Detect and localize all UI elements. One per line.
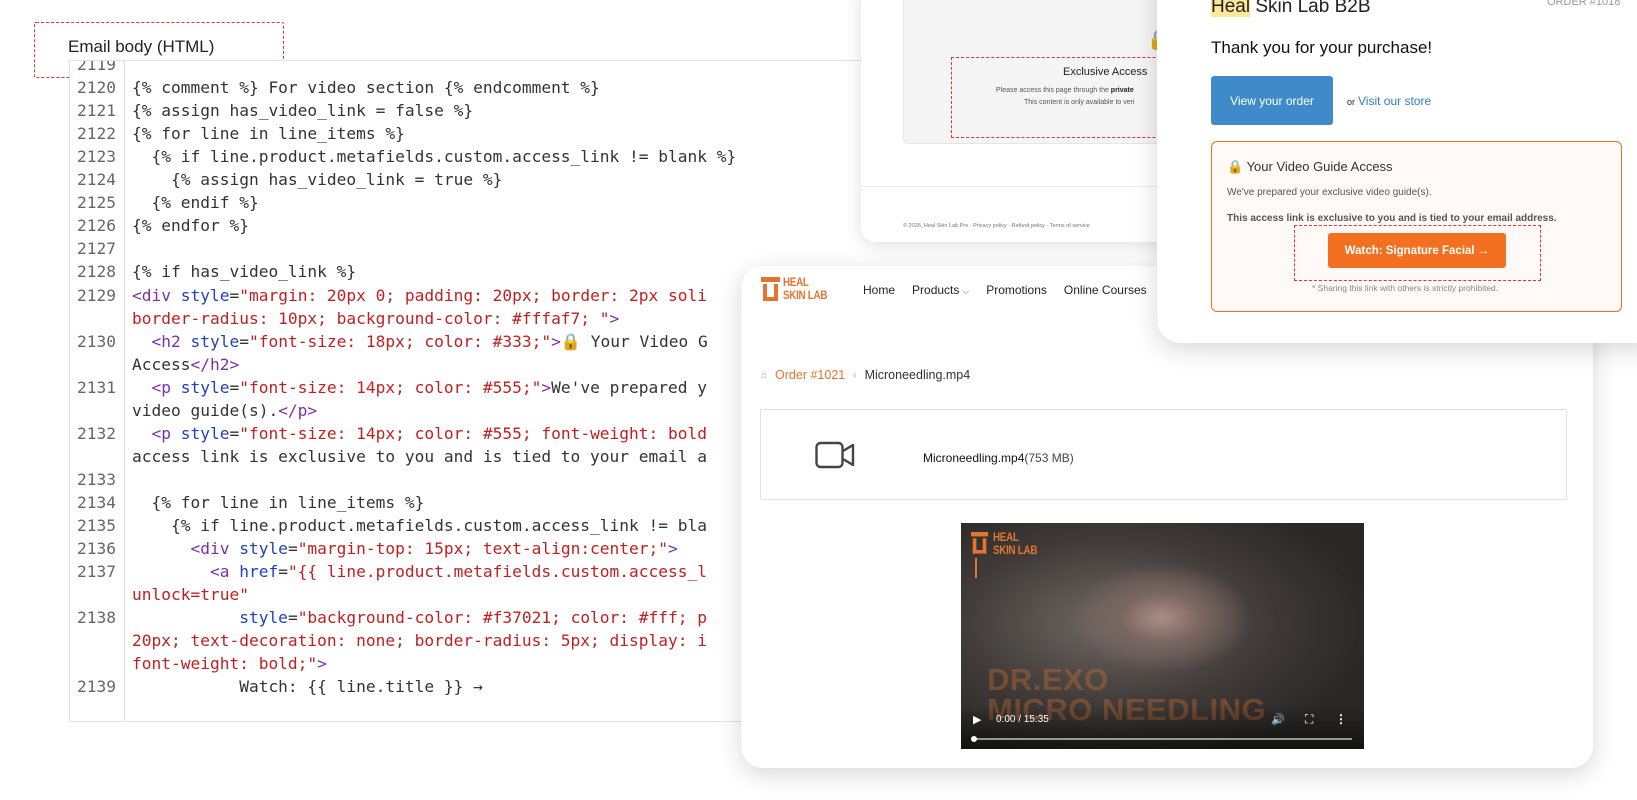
exclusive-access-title: Exclusive Access [1063, 66, 1148, 78]
line-number: 2133 [77, 469, 116, 489]
code-text: Access</h2> [132, 354, 240, 374]
video-camera-icon [815, 441, 855, 469]
logo-mark-icon [971, 532, 989, 555]
time-readout: 0:00 / 15:35 [996, 714, 1049, 725]
file-info: Microneedling.mp4(753 MB) [923, 451, 1074, 465]
store-name: Heal Skin Lab B2B [1211, 0, 1371, 18]
watch-video-button[interactable]: Watch: Signature Facial → [1328, 233, 1506, 268]
logo-mark-icon [761, 277, 780, 303]
access-note: This content is only available to veri [1024, 99, 1135, 106]
line-number: 2139 [77, 677, 116, 697]
editor-label: Email body (HTML) [68, 37, 215, 56]
line-number: 2121 [77, 101, 116, 121]
line-number: 2137 [77, 562, 116, 582]
line-number: 2136 [77, 539, 116, 559]
breadcrumb: ⌂ Order #1021 ‹ Microneedling.mp4 [761, 368, 970, 382]
line-number: 2135 [77, 516, 116, 535]
video-access-box: 🔒 Your Video Guide Access We've prepared… [1211, 141, 1622, 312]
visit-store-link[interactable]: Visit our store [1358, 94, 1431, 108]
code-text: {% assign has_video_link = true %} [132, 170, 503, 190]
nav-home[interactable]: Home [863, 283, 895, 297]
code-text: {% comment %} For video section {% endco… [132, 78, 600, 98]
code-text: access link is exclusive to you and is t… [132, 446, 707, 466]
code-text: {% assign has_video_link = false %} [132, 101, 474, 121]
email-preview-front: Heal Skin Lab B2B ORDER #1018 Thank you … [1157, 0, 1637, 343]
or-text: or [1347, 97, 1356, 107]
line-number: 2125 [77, 193, 116, 213]
logo-text-line2: SKIN LAB [783, 290, 828, 302]
code-text: <div style="margin: 20px 0; padding: 20p… [132, 285, 708, 305]
line-number: 2126 [77, 216, 116, 236]
code-text: <a href="{{ line.product.metafields.cust… [132, 562, 708, 582]
line-number: 2138 [77, 608, 116, 628]
video-player[interactable]: HEAL SKIN LAB DR.EXO MICRO NEEDLING ▶ 0:… [961, 523, 1364, 749]
more-options-icon[interactable]: ⋮ [1335, 712, 1347, 726]
home-icon[interactable]: ⌂ [761, 370, 767, 381]
line-number: 2129 [77, 285, 116, 305]
chevron-down-icon: ⌵ [962, 286, 970, 296]
video-access-exclusive: This access link is exclusive to you and… [1227, 213, 1557, 224]
line-number: 2124 [77, 170, 116, 190]
video-access-title: 🔒 Your Video Guide Access [1227, 159, 1393, 174]
main-nav: Home Products ⌵ Promotions Online Courses [863, 283, 1147, 297]
file-name: Microneedling.mp4 [923, 451, 1025, 465]
sharing-note: * Sharing this link with others is stric… [1312, 283, 1499, 293]
fullscreen-icon[interactable]: ⛶ [1305, 712, 1313, 727]
file-size: (753 MB) [1024, 451, 1074, 465]
nav-promotions[interactable]: Promotions [986, 283, 1047, 297]
store-logo[interactable]: HEAL SKIN LAB [761, 277, 835, 303]
line-number: 2123 [77, 147, 116, 167]
footer-links[interactable]: © 2026, Heal Skin Lab Pro · Privacy poli… [903, 223, 1090, 229]
thank-you-heading: Thank you for your purchase! [1211, 38, 1433, 57]
play-icon[interactable]: ▶ [973, 713, 981, 726]
line-number: 2128 [77, 262, 116, 282]
code-text: video guide(s).</p> [132, 400, 318, 420]
player-caret [975, 558, 977, 578]
line-number: 2130 [77, 331, 116, 351]
code-text: {% if has_video_link %} [132, 262, 357, 282]
order-number: ORDER #1018 [1547, 0, 1621, 8]
line-number: 2132 [77, 423, 116, 443]
code-text: <p style="font-size: 14px; color: #555; … [132, 423, 708, 443]
line-number: 2122 [77, 124, 116, 144]
line-number: 2131 [77, 377, 116, 397]
code-text: 20px; text-decoration: none; border-radi… [132, 631, 707, 651]
view-order-button[interactable]: View your order [1211, 76, 1333, 125]
breadcrumb-order-link[interactable]: Order #1021 [775, 368, 845, 382]
chevron-left-icon: ‹ [853, 369, 857, 381]
volume-icon[interactable]: 🔊 [1271, 713, 1285, 726]
code-text: <p style="font-size: 14px; color: #555;"… [132, 377, 708, 397]
logo-text-line1: HEAL [783, 277, 809, 289]
code-text: {% for line in line_items %} [132, 124, 405, 144]
code-text: Watch: {{ line.title }} → [132, 677, 483, 697]
breadcrumb-current: Microneedling.mp4 [864, 368, 971, 382]
line-number: 2127 [77, 239, 116, 259]
player-controls: ▶ 0:00 / 15:35 🔊 ⛶ ⋮ [961, 705, 1364, 749]
line-number: 2134 [77, 492, 116, 512]
code-text: unlock=true" [132, 585, 249, 605]
file-card: Microneedling.mp4(753 MB) [760, 409, 1567, 500]
access-instructions: Please access this page through the priv… [996, 87, 1134, 94]
code-text: {% endif %} [132, 193, 259, 213]
code-text: style="background-color: #f37021; color:… [239, 608, 708, 628]
video-access-intro: We've prepared your exclusive video guid… [1227, 187, 1432, 198]
player-logo: HEAL SKIN LAB [971, 532, 1045, 558]
nav-online-courses[interactable]: Online Courses [1064, 283, 1147, 297]
code-text: {% for line in line_items %} [132, 492, 425, 512]
line-number: 2120 [77, 78, 116, 98]
code-text: <h2 style="font-size: 18px; color: #333;… [132, 331, 708, 351]
code-text: {% if line.product.metafields.custom.acc… [132, 516, 707, 535]
code-text: font-weight: bold;"> [132, 654, 327, 674]
seek-bar[interactable] [971, 736, 1352, 742]
code-text: border-radius: 10px; background-color: #… [132, 308, 620, 328]
code-text: {% endfor %} [132, 216, 249, 236]
line-number: 2119 [77, 60, 116, 74]
seek-handle[interactable] [971, 736, 977, 742]
nav-products[interactable]: Products ⌵ [912, 283, 969, 297]
code-text: {% if line.product.metafields.custom.acc… [132, 147, 737, 167]
code-text: <div style="margin-top: 15px; text-align… [132, 539, 678, 559]
